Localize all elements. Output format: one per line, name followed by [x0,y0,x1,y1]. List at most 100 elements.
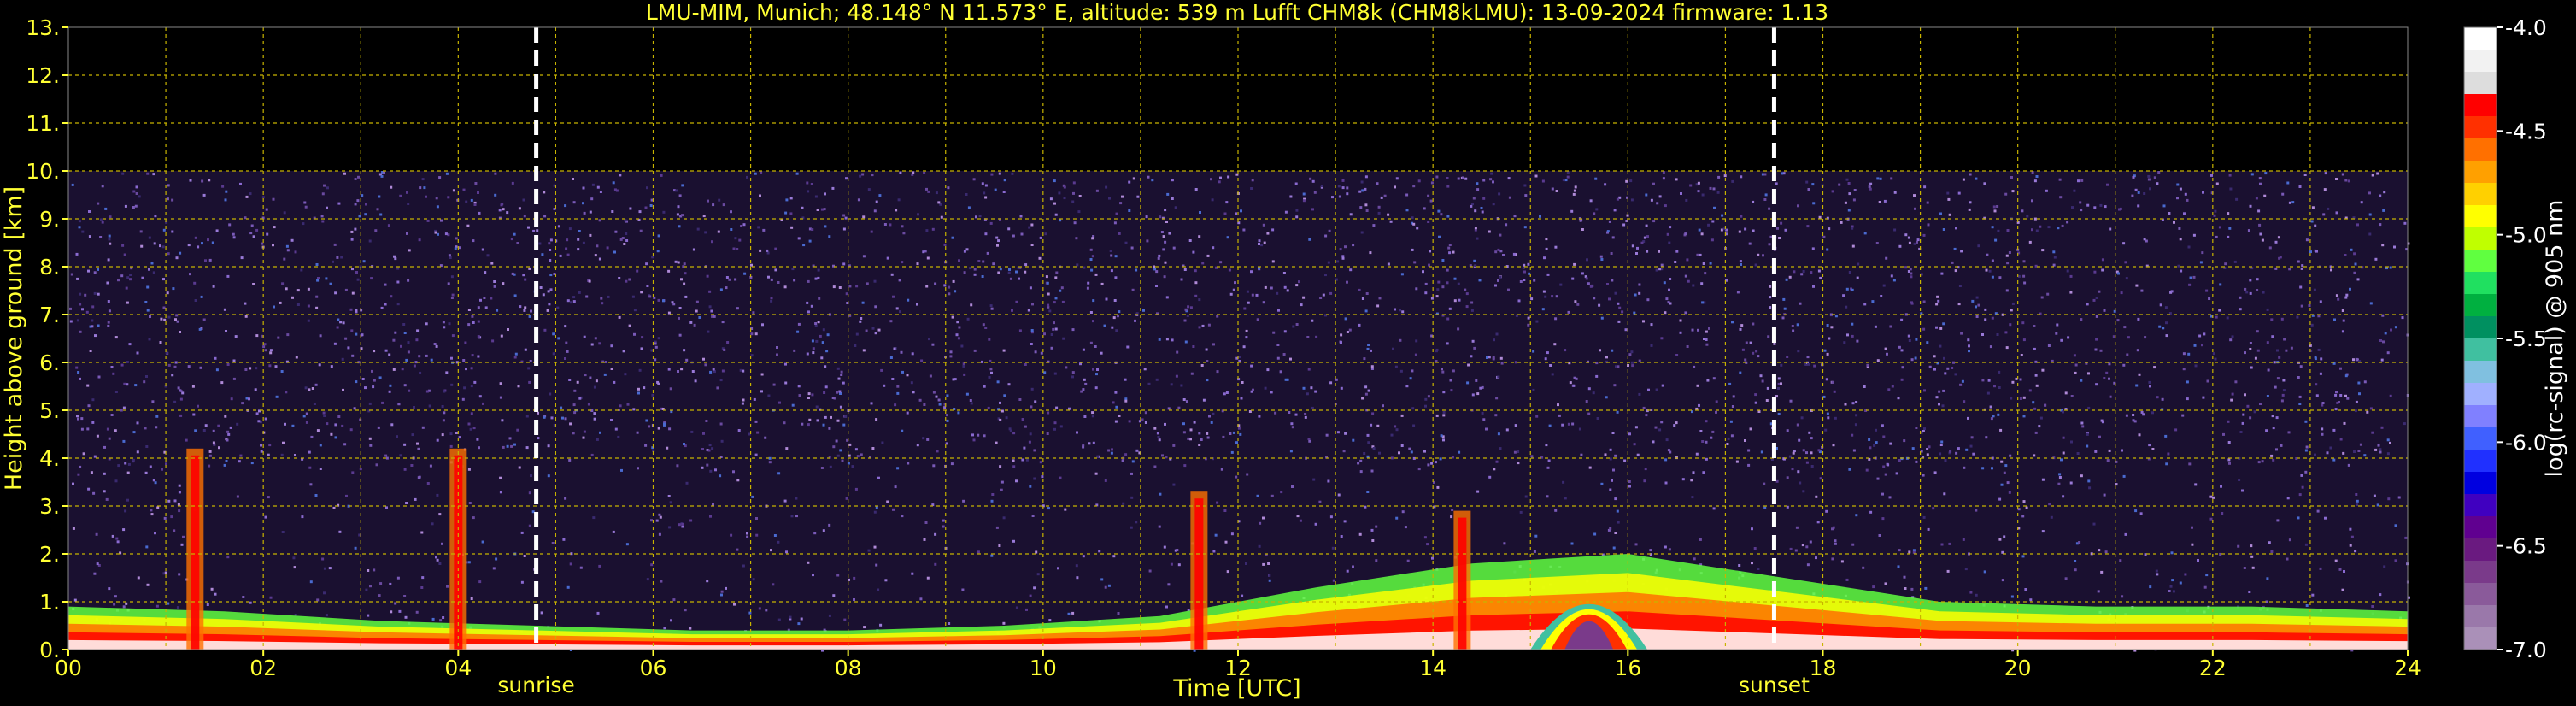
noise-speck [648,295,652,298]
noise-speck [429,464,432,468]
noise-speck [2137,204,2140,208]
noise-speck [2121,595,2124,598]
noise-speck [226,556,230,559]
noise-speck [145,375,148,378]
noise-speck [1658,250,1660,253]
noise-speck [1880,295,1883,297]
noise-speck [2031,228,2033,232]
noise-speck [1142,309,1145,312]
noise-speck [79,465,82,468]
noise-speck [643,386,646,390]
noise-speck [2199,261,2203,264]
noise-speck [2297,376,2300,379]
noise-speck [2368,232,2372,236]
y-tick-label: 11. [26,111,60,136]
noise-speck [1015,270,1018,274]
noise-speck [1192,250,1195,254]
noise-speck [1832,444,1835,447]
noise-speck [349,308,353,311]
noise-speck [1163,275,1166,279]
noise-speck [2031,199,2033,203]
noise-speck [1258,415,1261,418]
colorbar-band [2464,472,2497,495]
noise-speck [1630,361,1634,364]
noise-speck [294,250,297,254]
x-tick-label: 18 [1810,656,1837,680]
noise-speck [2288,268,2291,271]
noise-speck [1886,352,1888,356]
noise-speck [896,385,900,388]
colorbar-band [2464,516,2497,539]
noise-speck [549,392,552,396]
colorbar-bands [2464,27,2497,650]
noise-speck [564,357,566,360]
noise-speck [445,371,449,374]
noise-speck [283,257,286,261]
noise-speck [447,196,450,199]
noise-speck [1892,279,1896,282]
noise-speck [1840,560,1844,563]
noise-speck [1723,174,1727,178]
noise-speck [436,205,439,209]
noise-speck [179,414,183,417]
noise-speck [1336,431,1340,434]
noise-speck [859,174,862,178]
noise-speck [1364,392,1368,396]
noise-speck [523,215,526,218]
noise-speck [889,223,892,227]
noise-speck [2286,497,2290,500]
noise-speck [1309,177,1312,180]
noise-speck [1882,465,1886,468]
noise-speck [633,332,636,336]
noise-speck [1618,306,1622,309]
noise-speck [559,254,562,257]
noise-speck [1329,515,1333,519]
noise-speck [1183,319,1187,322]
noise-speck [1705,343,1709,346]
noise-speck [1228,268,1231,272]
noise-speck [995,526,999,529]
noise-speck [2115,483,2118,486]
noise-speck [984,327,988,329]
noise-speck [1283,285,1287,289]
noise-speck [860,453,863,456]
noise-speck [1696,384,1699,387]
noise-speck [236,495,239,498]
noise-speck [1642,320,1645,323]
noise-speck [2344,394,2347,397]
noise-speck [1408,447,1411,450]
noise-speck [361,333,364,337]
noise-speck [670,619,672,622]
noise-speck [2363,454,2367,457]
noise-speck [1216,370,1219,374]
noise-speck [874,332,877,335]
noise-speck [1162,248,1165,251]
noise-speck [1136,195,1140,198]
noise-speck [770,299,773,303]
noise-speck [1634,426,1638,429]
noise-speck [2153,176,2156,179]
noise-speck [2168,590,2171,592]
noise-speck [217,424,220,427]
noise-speck [2066,269,2069,273]
noise-speck [467,422,471,426]
noise-speck [1707,223,1710,227]
noise-speck [227,432,231,436]
noise-speck [355,309,358,312]
noise-speck [1219,176,1222,179]
noise-speck [225,460,228,462]
noise-speck [321,220,325,223]
noise-speck [1757,568,1760,570]
noise-speck [1065,366,1068,369]
colorbar-band [2464,272,2497,295]
noise-speck [1033,477,1036,480]
noise-speck [2095,338,2098,341]
noise-speck [2355,493,2358,496]
noise-speck [143,380,146,384]
noise-speck [442,616,445,619]
noise-speck [1424,282,1428,285]
noise-speck [501,419,504,422]
noise-speck [1216,315,1219,318]
noise-speck [1000,409,1004,413]
noise-speck [2221,512,2224,515]
